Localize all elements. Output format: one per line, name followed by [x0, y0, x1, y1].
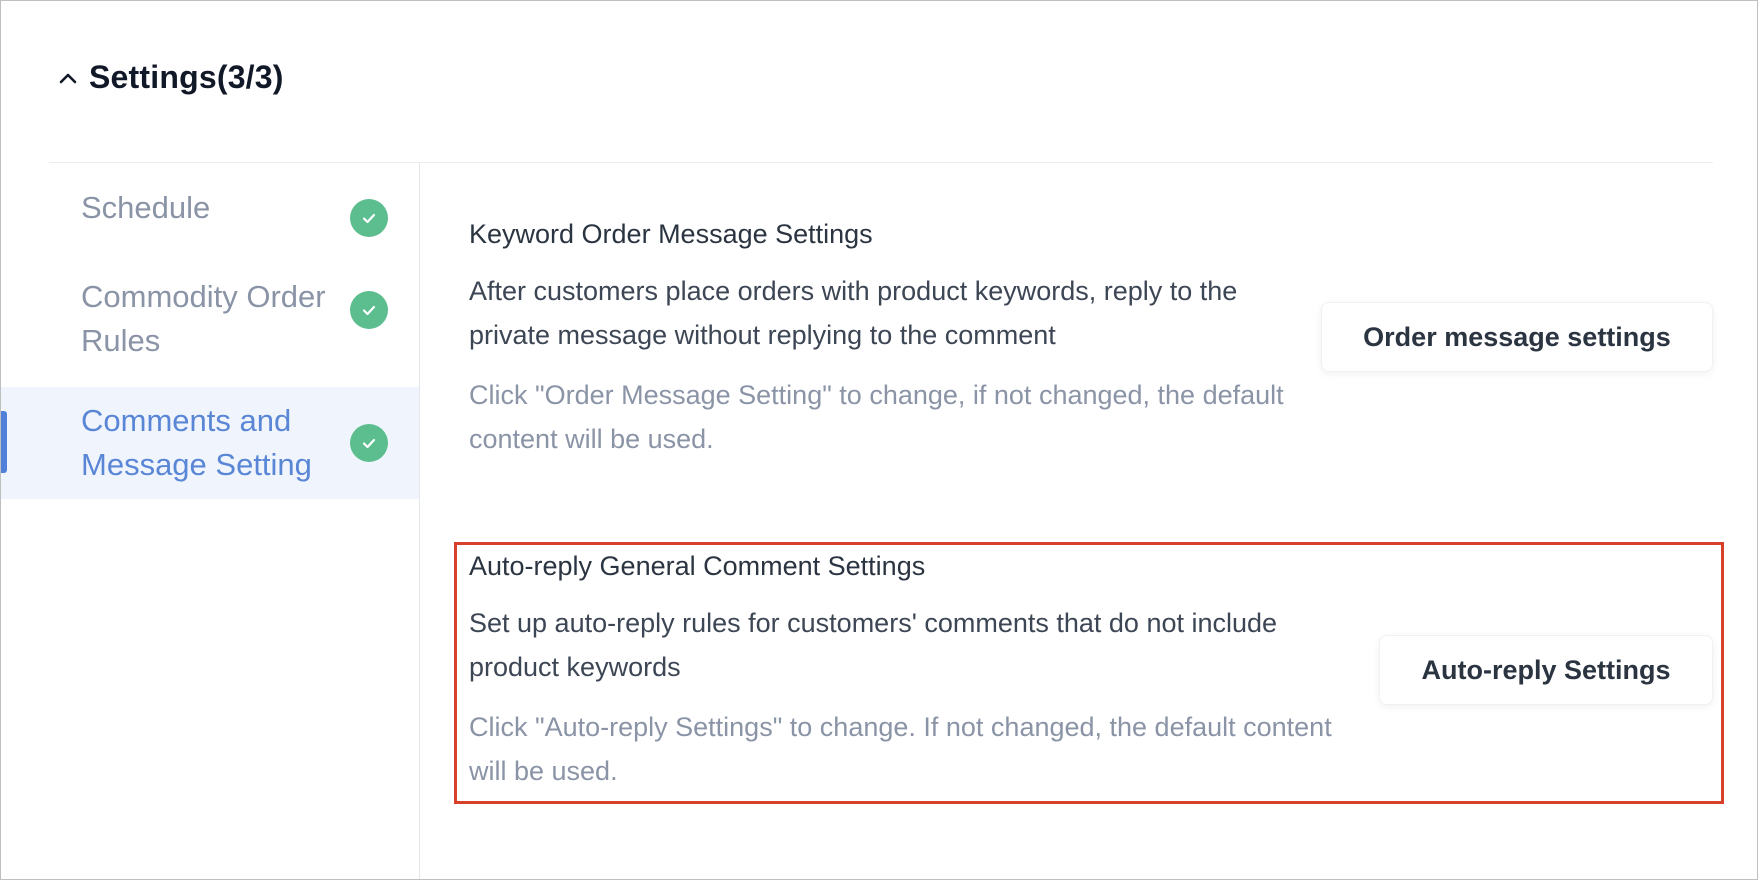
auto-reply-general-comment-section: Auto-reply General Comment Settings Set …: [469, 549, 1369, 793]
chevron-up-icon[interactable]: [57, 67, 79, 89]
active-indicator: [1, 411, 7, 473]
sidebar-item-schedule[interactable]: Schedule: [1, 163, 419, 253]
sidebar-item-label: Commodity Order Rules: [81, 279, 326, 358]
section-description: After customers place orders with produc…: [469, 276, 1238, 350]
settings-panel: Settings(3/3) Schedule Commodity Order R…: [0, 0, 1758, 880]
order-message-settings-button[interactable]: Order message settings: [1321, 302, 1713, 372]
check-circle-icon: [350, 199, 388, 237]
section-description: Set up auto-reply rules for customers' c…: [469, 608, 1278, 682]
settings-header[interactable]: Settings(3/3): [57, 59, 284, 96]
section-hint: Click "Auto-reply Settings" to change. I…: [469, 712, 1332, 786]
section-title: Keyword Order Message Settings: [469, 219, 873, 249]
settings-sidebar: Schedule Commodity Order Rules Comments …: [1, 163, 420, 879]
sidebar-item-commodity-order-rules[interactable]: Commodity Order Rules: [1, 253, 419, 365]
section-title: Auto-reply General Comment Settings: [469, 551, 926, 581]
sidebar-item-label: Comments and Message Setting: [81, 403, 312, 482]
keyword-order-message-section: Keyword Order Message Settings After cus…: [469, 217, 1319, 461]
auto-reply-settings-button[interactable]: Auto-reply Settings: [1379, 635, 1713, 705]
page-title: Settings(3/3): [89, 59, 284, 95]
section-hint: Click "Order Message Setting" to change,…: [469, 380, 1284, 454]
sidebar-item-comments-and-message-setting[interactable]: Comments and Message Setting: [1, 387, 419, 499]
check-circle-icon: [350, 291, 388, 329]
check-circle-icon: [350, 424, 388, 462]
sidebar-item-label: Schedule: [81, 190, 211, 225]
